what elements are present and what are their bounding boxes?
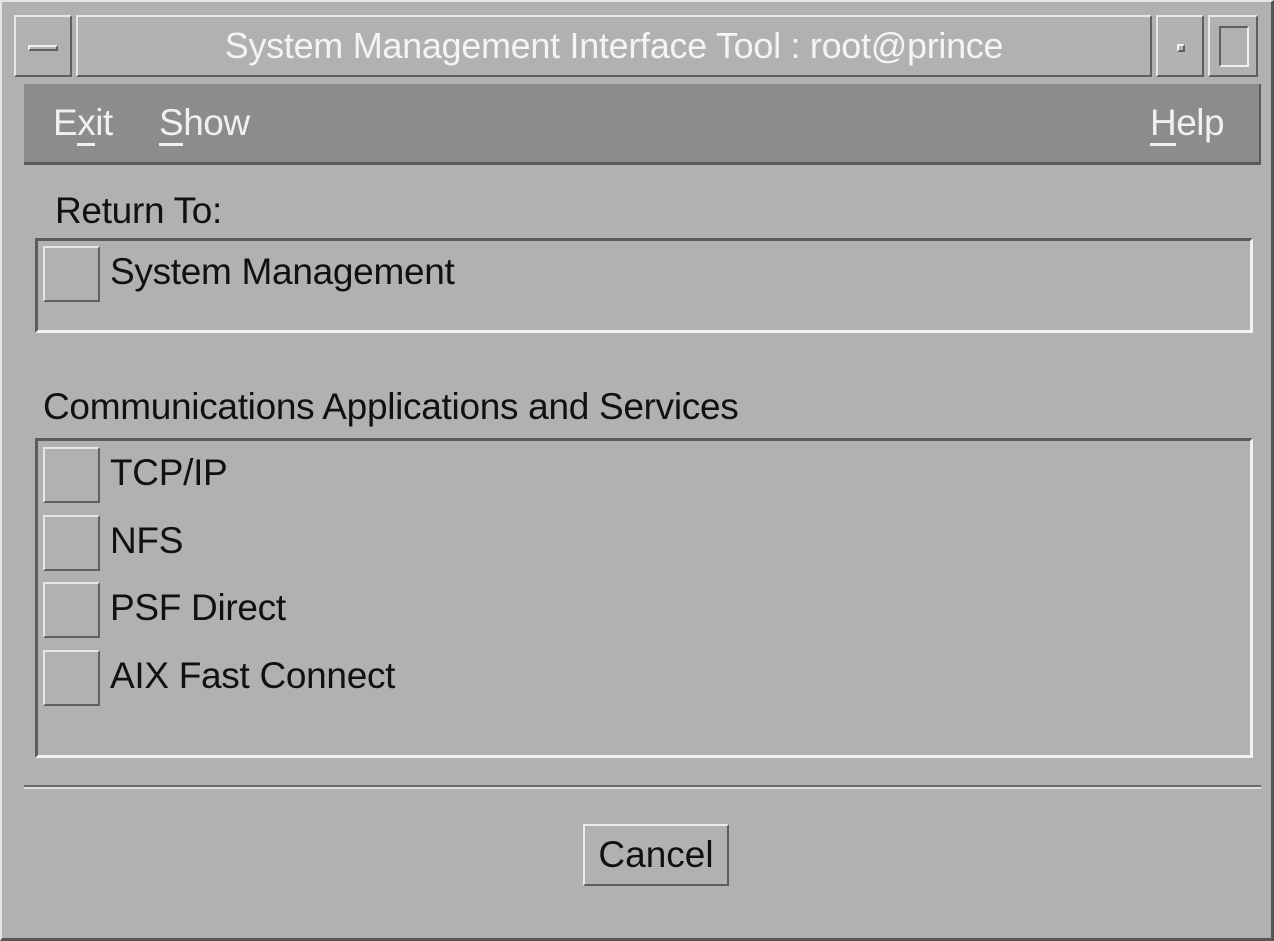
return-to-label: Return To: — [55, 190, 223, 231]
footer-divider-highlight — [24, 787, 1261, 789]
menu-exit-label-post: it — [95, 102, 113, 143]
title-bar: System Management Interface Tool : root@… — [14, 15, 1259, 79]
maximize-button[interactable] — [1208, 15, 1258, 77]
section-list: TCP/IP NFS PSF Direct AIX Fast Connect — [35, 438, 1253, 758]
menu-help[interactable]: Help — [1150, 102, 1225, 146]
menu-show[interactable]: Show — [159, 102, 250, 146]
section-title: Communications Applications and Services — [43, 386, 739, 427]
menu-exit[interactable]: Exit — [53, 102, 113, 146]
item-label: TCP/IP — [110, 452, 228, 493]
menu-bar: Exit Show Help — [24, 84, 1261, 165]
item-button[interactable] — [43, 246, 100, 302]
item-button[interactable] — [43, 582, 100, 638]
item-button[interactable] — [43, 447, 100, 503]
menu-exit-label-pre: E — [53, 102, 78, 143]
menu-show-label-post: how — [183, 102, 250, 143]
list-item-psf-direct[interactable]: PSF Direct — [43, 582, 943, 638]
item-button[interactable] — [43, 515, 100, 571]
item-label: PSF Direct — [110, 587, 286, 628]
window-menu-icon — [28, 45, 58, 51]
minimize-button[interactable] — [1156, 15, 1204, 77]
item-button[interactable] — [43, 650, 100, 706]
item-label: AIX Fast Connect — [110, 655, 396, 696]
list-item-system-management[interactable]: System Management — [43, 246, 943, 302]
menu-help-mnemonic: H — [1150, 102, 1177, 146]
list-item-tcpip[interactable]: TCP/IP — [43, 447, 943, 503]
cancel-button[interactable]: Cancel — [583, 824, 729, 886]
window-menu-button[interactable] — [14, 15, 72, 77]
window-title[interactable]: System Management Interface Tool : root@… — [76, 15, 1152, 77]
menu-show-mnemonic: S — [159, 102, 184, 146]
list-item-nfs[interactable]: NFS — [43, 515, 943, 571]
smit-window: System Management Interface Tool : root@… — [0, 0, 1274, 941]
maximize-icon — [1219, 26, 1249, 67]
menu-exit-mnemonic: x — [77, 102, 96, 146]
item-label: NFS — [110, 520, 184, 561]
item-label: System Management — [110, 251, 455, 292]
minimize-icon — [1177, 44, 1185, 52]
return-to-list: System Management — [35, 238, 1253, 333]
menu-help-label-post: elp — [1176, 102, 1225, 143]
list-item-aix-fast-connect[interactable]: AIX Fast Connect — [43, 650, 943, 706]
